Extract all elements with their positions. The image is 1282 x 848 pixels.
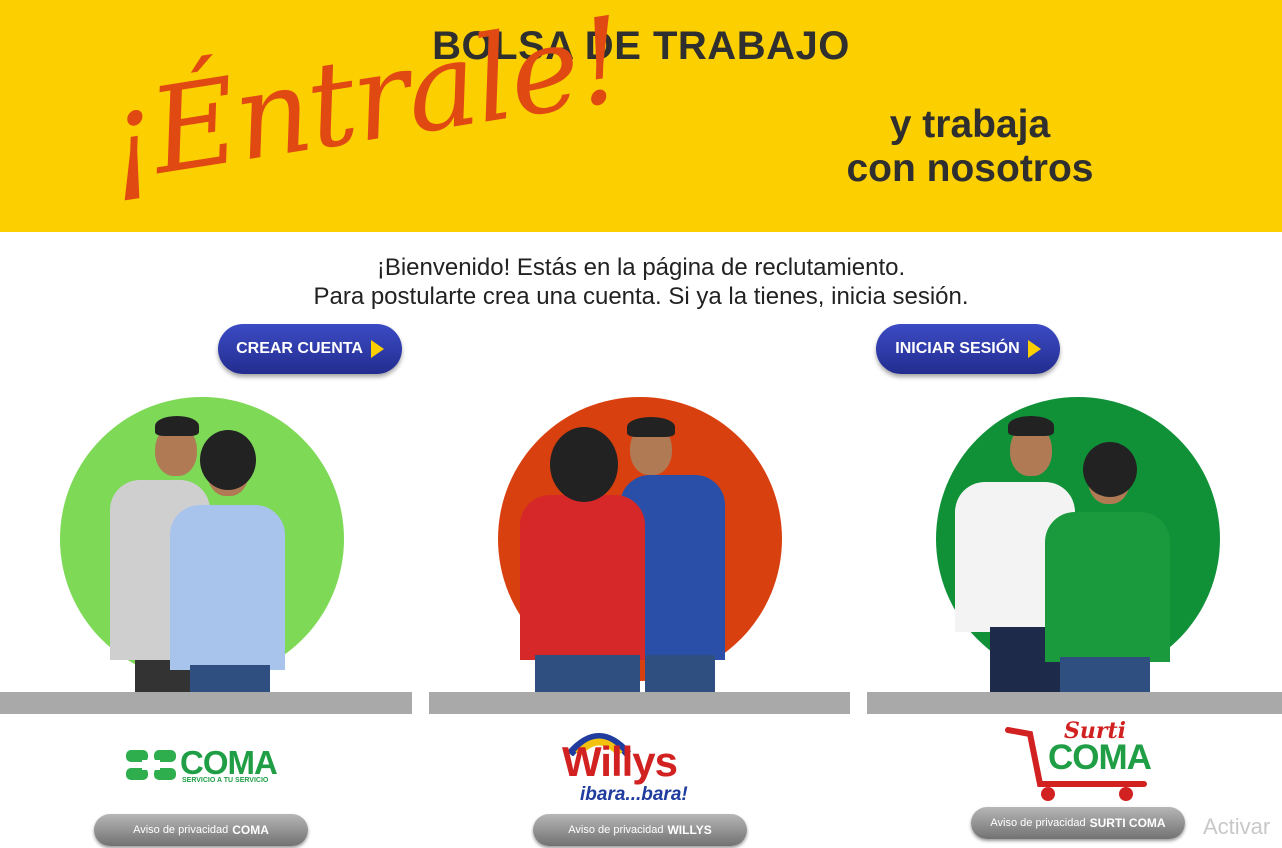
coma-logo-slogan: SERVICIO A TU SERVICIO [182,777,269,784]
play-arrow-icon [1027,340,1041,358]
privacy-notice-coma-button[interactable]: Aviso de privacidad COMA [94,814,308,846]
willys-employees-photo [505,415,735,692]
welcome-line1: ¡Bienvenido! Estás en la página de reclu… [376,254,906,281]
shopping-cart-icon [1005,727,1147,801]
divider-bar-coma [0,692,412,714]
tagline-line1: y trabaja [889,103,1051,146]
surticoma-logo: Surti COMA [1004,718,1154,808]
willys-logo: Willys ibara...bara! [562,724,722,806]
privacy-prefix: Aviso de privacidad [568,824,664,836]
privacy-brand: COMA [232,823,269,837]
sign-in-label: INICIAR SESIÓN [895,340,1020,357]
welcome-line2: Para postularte crea una cuenta. Si ya l… [313,283,969,310]
activation-watermark: Activar [1203,814,1271,839]
divider-bar-willys [429,692,850,714]
privacy-notice-surticoma-button[interactable]: Aviso de privacidad SURTI COMA [971,807,1185,839]
privacy-prefix: Aviso de privacidad [133,824,229,836]
play-arrow-icon [370,340,384,358]
willys-logo-slogan: ibara...bara! [580,784,688,805]
welcome-message: ¡Bienvenido! Estás en la página de reclu… [0,253,1282,311]
privacy-brand: WILLYS [667,823,712,837]
privacy-brand: SURTI COMA [1089,816,1166,830]
header-banner: BOLSA DE TRABAJO ¡Éntrale! y trabaja con… [0,0,1282,232]
create-account-button[interactable]: CREAR CUENTA [218,324,402,374]
privacy-notice-willys-button[interactable]: Aviso de privacidad WILLYS [533,814,747,846]
create-account-label: CREAR CUENTA [236,340,363,357]
sign-in-button[interactable]: INICIAR SESIÓN [876,324,1060,374]
willys-logo-text: Willys [562,738,678,785]
coma-logo: COMA SERVICIO A TU SERVICIO [124,744,284,786]
privacy-prefix: Aviso de privacidad [990,817,1086,829]
divider-bar-surticoma [867,692,1282,714]
tagline-line2: con nosotros [846,147,1094,190]
coma-employees-photo [100,410,310,692]
surticoma-employees-photo [945,412,1175,692]
tagline: y trabaja con nosotros [820,103,1120,191]
coma-recycle-icon [126,750,176,780]
